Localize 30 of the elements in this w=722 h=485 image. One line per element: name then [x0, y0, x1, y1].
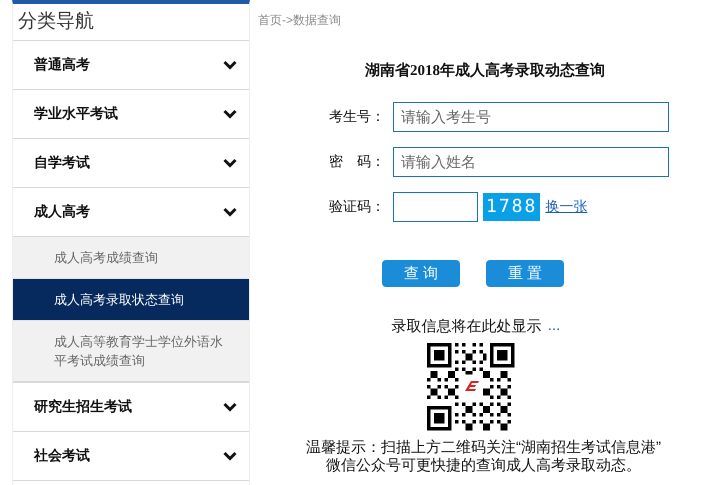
nav-subitem[interactable]: 成人高考录取状态查询 — [13, 279, 249, 321]
nav-category[interactable]: 自学考试 — [13, 139, 249, 188]
tip-text: 温馨提示：扫描上方二维码关注“湖南招生考试信息港” — [306, 438, 661, 456]
tip-text: 微信公众号可更快捷的查询成人高考录取动态。 — [326, 456, 641, 474]
nav-subitem[interactable]: 成人高等教育学士学位外语水平考试成绩查询 — [13, 321, 249, 381]
chevron-down-icon — [223, 60, 237, 70]
refresh-captcha-link[interactable]: 换一张 — [545, 198, 588, 216]
breadcrumb: 首页->数据查询 — [258, 12, 342, 29]
field-label: 考生号： — [328, 108, 385, 126]
captcha-image: 1788 — [483, 193, 540, 221]
chevron-down-icon — [223, 207, 237, 217]
field-label: 密 码： — [328, 153, 385, 171]
input-field[interactable]: 请输入姓名 — [393, 147, 669, 177]
nav-category[interactable]: 社会考试 — [13, 432, 249, 481]
reset-button[interactable]: 重 置 — [486, 260, 564, 287]
result-message: 录取信息将在此处显示 — [392, 317, 542, 336]
ellipsis: ... — [548, 317, 560, 336]
chevron-down-icon — [223, 158, 237, 168]
input-field[interactable]: 请输入考生号 — [393, 102, 669, 132]
page-title: 湖南省2018年成人高考录取动态查询 — [365, 61, 605, 80]
nav-category[interactable]: 学业水平考试 — [13, 90, 249, 139]
chevron-down-icon — [223, 402, 237, 412]
field-label: 验证码： — [328, 198, 385, 216]
query-button[interactable]: 查 询 — [382, 260, 460, 287]
sidebar-title: 分类导航 — [18, 10, 94, 34]
chevron-down-icon — [223, 451, 237, 461]
nav-category[interactable]: 研究生招生考试 — [13, 383, 249, 432]
captcha-field[interactable] — [393, 192, 478, 222]
chevron-down-icon — [223, 109, 237, 119]
nav-category[interactable]: 普通高考 — [13, 41, 249, 90]
